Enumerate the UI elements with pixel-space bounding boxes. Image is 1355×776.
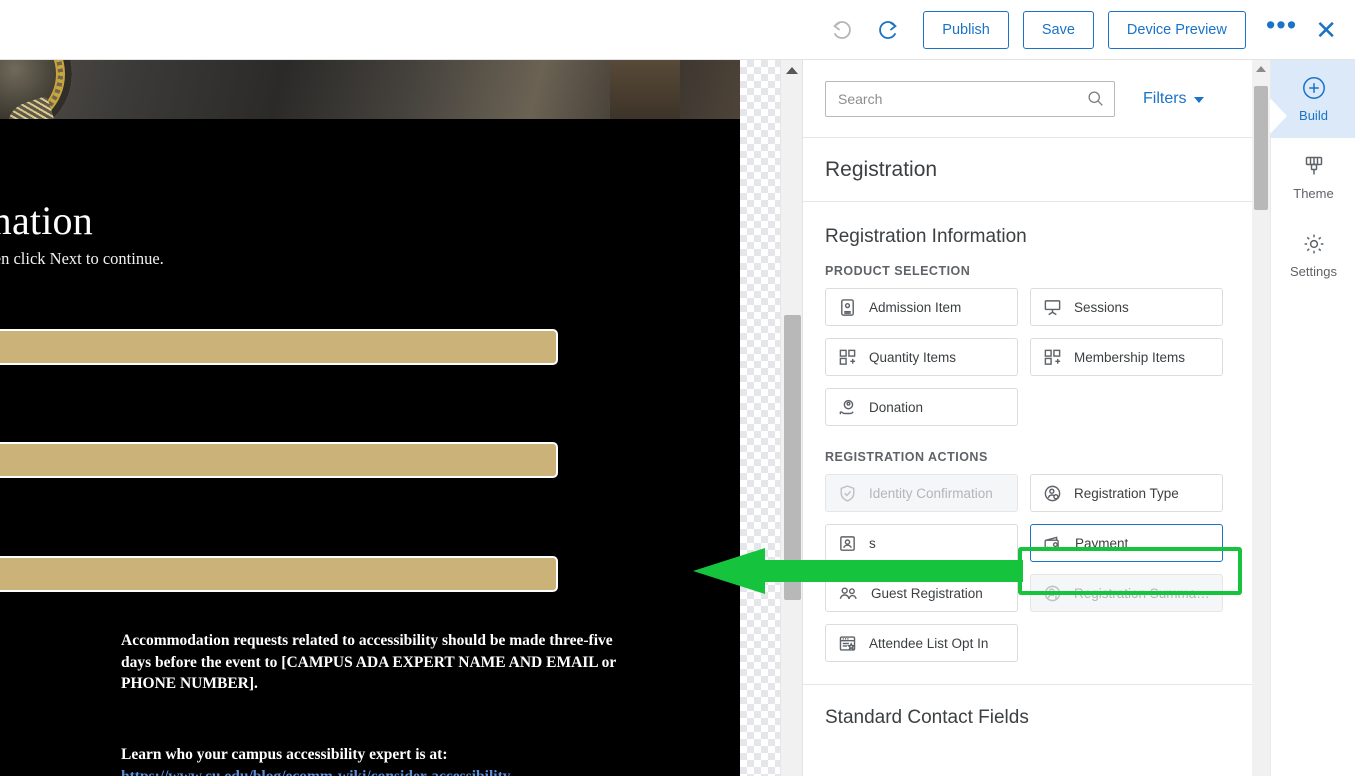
top-toolbar-actions: Publish Save Device Preview ••• ✕ xyxy=(821,0,1337,60)
canvas-scrollbar-thumb[interactable] xyxy=(784,315,801,600)
filters-dropdown[interactable]: Filters xyxy=(1143,90,1204,108)
group-label-registration-actions: REGISTRATION ACTIONS xyxy=(825,450,988,464)
undo-button[interactable] xyxy=(821,8,865,52)
grid-plus-icon xyxy=(1044,349,1061,365)
filters-label: Filters xyxy=(1143,89,1187,107)
chip-label: Donation xyxy=(869,399,924,415)
chevron-down-icon xyxy=(1193,97,1204,103)
chip-label: Registration Summa… xyxy=(1074,585,1210,601)
chip-quantity-items[interactable]: Quantity Items xyxy=(825,338,1018,376)
address-icon xyxy=(840,535,855,551)
form-field-3[interactable] xyxy=(0,556,558,592)
chip-admission-item[interactable]: Admission Item xyxy=(825,288,1018,326)
mode-rail: Build Theme Settings xyxy=(1270,60,1355,776)
panel-next-section-title: Standard Contact Fields xyxy=(825,707,1029,728)
canvas-transparency-gutter xyxy=(740,60,780,776)
publish-button[interactable]: Publish xyxy=(923,11,1009,49)
user-info-icon xyxy=(1044,585,1061,601)
chip-registration-type[interactable]: Registration Type xyxy=(1030,474,1223,512)
list-star-icon xyxy=(839,635,856,651)
chip-address[interactable]: s xyxy=(825,524,1018,562)
group-label-product-selection: PRODUCT SELECTION xyxy=(825,264,971,278)
chip-label: Guest Registration xyxy=(871,585,983,601)
rail-item-settings[interactable]: Settings xyxy=(1271,216,1355,294)
chip-registration-summary: Registration Summa… xyxy=(1030,574,1223,612)
panel-scrollbar[interactable] xyxy=(1252,60,1270,776)
builder-panel: Filters Registration Registration Inform… xyxy=(802,60,1254,776)
registration-actions-chips: Identity Confirmation Registration Type … xyxy=(803,474,1254,662)
rail-item-label: Build xyxy=(1299,108,1328,123)
chip-donation[interactable]: Donation xyxy=(825,388,1018,426)
canvas-scrollbar[interactable] xyxy=(780,60,802,776)
panel-search-row: Filters xyxy=(803,60,1254,138)
hero-banner-image xyxy=(0,60,740,119)
search-field-wrapper xyxy=(825,80,1115,117)
close-icon[interactable]: ✕ xyxy=(1315,17,1337,43)
chip-membership-items[interactable]: Membership Items xyxy=(1030,338,1223,376)
rail-item-build[interactable]: Build xyxy=(1271,60,1355,138)
chip-label: Membership Items xyxy=(1074,349,1186,365)
chip-label: Registration Type xyxy=(1074,485,1179,501)
scroll-up-arrow-icon[interactable] xyxy=(781,60,803,80)
accessibility-note: Accommodation requests related to access… xyxy=(121,632,617,692)
chip-identity-confirmation: Identity Confirmation xyxy=(825,474,1018,512)
chip-guest-registration[interactable]: Guest Registration xyxy=(825,574,1018,612)
app-root: Publish Save Device Preview ••• ✕ nal In… xyxy=(0,0,1355,776)
chip-label: Attendee List Opt In xyxy=(869,635,989,651)
panel-scroll-up-arrow-icon[interactable] xyxy=(1252,60,1270,78)
id-badge-icon xyxy=(841,298,854,316)
chip-label: Payment xyxy=(1075,535,1129,551)
rail-item-theme[interactable]: Theme xyxy=(1271,138,1355,216)
donation-hand-icon xyxy=(839,399,854,414)
chip-label: Admission Item xyxy=(869,299,962,315)
save-button[interactable]: Save xyxy=(1022,11,1094,49)
chip-attendee-list-opt-in[interactable]: Attendee List Opt In xyxy=(825,624,1018,662)
accessibility-expert-label: Learn who your campus accessibility expe… xyxy=(121,746,448,763)
wallet-icon xyxy=(1044,536,1059,550)
user-gear-icon xyxy=(1044,485,1061,501)
shield-check-icon xyxy=(840,484,855,502)
chip-sessions[interactable]: Sessions xyxy=(1030,288,1223,326)
form-field-1[interactable] xyxy=(0,329,558,365)
accessibility-link[interactable]: https://www.cu.edu/blog/ecomm-wiki/consi… xyxy=(121,766,641,776)
presentation-icon xyxy=(1044,299,1061,315)
paint-roller-icon xyxy=(1305,156,1322,175)
panel-group-title: Registration Information xyxy=(825,226,1027,247)
grid-plus-icon xyxy=(839,349,856,365)
users-icon xyxy=(839,586,857,599)
product-selection-chips: Admission Item Sessions Quantity Items M… xyxy=(803,288,1254,426)
gear-icon xyxy=(1304,234,1323,254)
panel-scrollbar-thumb[interactable] xyxy=(1254,86,1268,210)
plus-circle-icon xyxy=(1302,77,1325,99)
chip-label: Identity Confirmation xyxy=(869,485,993,501)
chip-payment[interactable]: Payment xyxy=(1030,524,1223,562)
redo-button[interactable] xyxy=(865,8,909,52)
form-field-2[interactable] xyxy=(0,442,558,478)
chip-label: s xyxy=(869,535,876,551)
hero-edge-band xyxy=(610,60,680,119)
device-preview-button[interactable]: Device Preview xyxy=(1107,11,1246,49)
search-input[interactable] xyxy=(825,80,1115,117)
accessibility-expert-block: Learn who your campus accessibility expe… xyxy=(121,744,641,776)
page-subtitle: rmation below, then click Next to contin… xyxy=(0,249,164,268)
panel-section-title: Registration xyxy=(803,138,1254,202)
page-title: nal Information xyxy=(0,198,93,243)
rail-item-label: Settings xyxy=(1290,264,1337,279)
top-toolbar: Publish Save Device Preview ••• ✕ xyxy=(0,0,1355,60)
page-preview-canvas[interactable]: nal Information rmation below, then clic… xyxy=(0,60,740,776)
rail-item-label: Theme xyxy=(1293,186,1334,201)
more-options-icon[interactable]: ••• xyxy=(1266,12,1297,42)
chip-label: Sessions xyxy=(1074,299,1129,315)
chip-label: Quantity Items xyxy=(869,349,957,365)
